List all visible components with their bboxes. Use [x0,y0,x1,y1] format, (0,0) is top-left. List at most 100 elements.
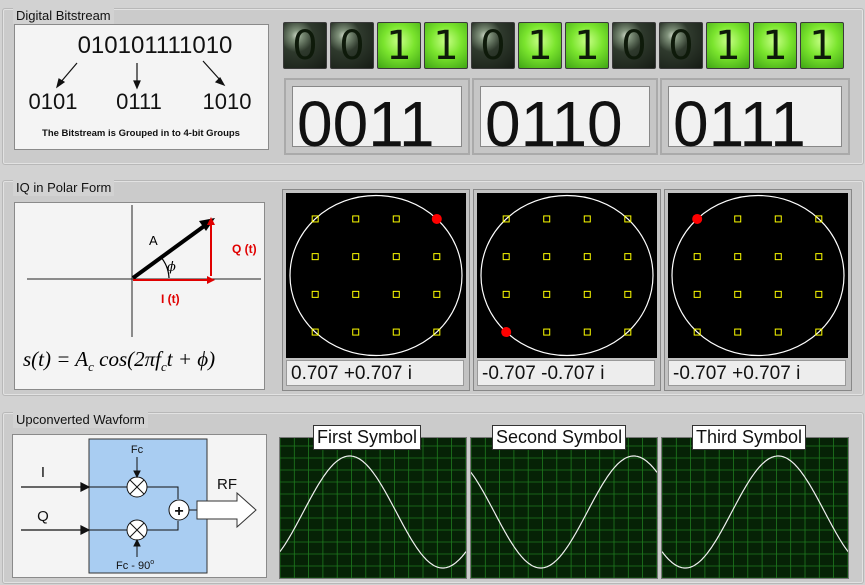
reference-point [392,290,400,298]
bitstream-text: 010101111010 [78,32,233,59]
polar-diagram: A ϕ Q (t) I (t) s(t) = Ac cos(2πfct + ϕ) [14,202,265,390]
phase-label: ϕ [167,260,176,275]
group-label-3: 1010 [203,89,252,114]
bit-value: 1 [762,23,788,69]
waveform-plot [662,438,848,578]
symbol-point [501,327,512,338]
modulator-diagram: I Q Fc Fc - 90o + RF [12,434,267,578]
bit-value: 0 [668,23,694,69]
group-display-inner: 0111 [668,86,842,159]
waveform-trace [662,455,848,569]
group-display-inner: 0011 [292,86,462,159]
reference-point [311,253,319,261]
bit-indicator: 0 [612,22,656,69]
bit-value: 1 [715,23,741,69]
reference-point [502,253,510,261]
reference-point [734,215,742,223]
bit-value: 1 [809,23,835,69]
iq-modulator-block [88,438,208,574]
group-value: 0111 [673,88,806,160]
bit-indicator: 1 [706,22,750,69]
i-input-label: I [41,464,45,481]
modulator-diagram-svg: I Q Fc Fc - 90o + RF [21,438,257,574]
constellation-plot [286,193,466,358]
reference-point [734,290,742,298]
bitstream-caption: The Bitstream is Grouped in to 4-bit Gro… [42,128,240,139]
group-arrow-3 [202,60,226,87]
reference-point [583,328,591,336]
constellation-display-1: 0.707 +0.707 i [282,189,470,391]
reference-point [392,215,400,223]
group-label-2: 0111 [116,89,162,114]
reference-point [352,328,360,336]
bitstream-diagram: 010101111010 0101 0111 1010 The Bitstrea… [14,24,269,150]
i-label: I (t) [161,292,180,306]
reference-point [774,253,782,261]
bit-indicator: 1 [518,22,562,69]
reference-point [583,215,591,223]
reference-point [392,328,400,336]
waveform-trace [471,455,657,569]
group-value: 0110 [485,88,623,160]
reference-point [352,215,360,223]
bit-indicator: 0 [471,22,515,69]
bitstream-diagram-svg: 010101111010 0101 0111 1010 The Bitstrea… [29,32,252,139]
reference-point [352,253,360,261]
group-arrow-2 [133,63,141,90]
i-input-arrow [21,482,91,492]
waveform-display-3 [661,437,849,579]
bit-indicator: 0 [330,22,374,69]
q-label: Q (t) [232,242,257,256]
reference-point [774,215,782,223]
bit-indicator: 1 [424,22,468,69]
iq-value-readout: -0.707 -0.707 i [477,360,655,386]
i-arrowhead [207,276,215,284]
reference-point [433,253,441,261]
bit-value: 0 [339,23,365,69]
reference-point [693,253,701,261]
reference-point [543,253,551,261]
bitstream-section-title: Digital Bitstream [13,8,114,24]
reference-point [352,290,360,298]
reference-point [583,290,591,298]
reference-point [624,253,632,261]
reference-point [815,253,823,261]
reference-point [311,290,319,298]
bit-value: 1 [433,23,459,69]
signal-formula: s(t) = Ac cos(2πfct + ϕ) [23,347,215,374]
waveform-display-2 [470,437,658,579]
iq-value-readout: 0.707 +0.707 i [286,360,464,386]
symbol-point [692,213,703,224]
bit-value: 0 [292,23,318,69]
q-input-label: Q [37,508,49,525]
reference-point [774,290,782,298]
waveform-plot [280,438,466,578]
bit-value: 1 [527,23,553,69]
constellation-display-3: -0.707 +0.707 i [664,189,852,391]
waveform-title-2: Second Symbol [492,425,627,450]
constellation-plot [668,193,848,358]
summer-plus: + [174,503,183,520]
constellation-plot [477,193,657,358]
reference-point [734,328,742,336]
reference-point [693,290,701,298]
group-display-3: 0111 [660,78,850,159]
reference-point [734,253,742,261]
bit-indicator: 1 [753,22,797,69]
polar-section-title: IQ in Polar Form [13,180,115,196]
rf-label: RF [217,476,237,493]
polar-diagram-svg: A ϕ Q (t) I (t) s(t) = Ac cos(2πfct + ϕ) [23,205,261,374]
reference-point [774,328,782,336]
group-display-inner: 0110 [480,86,650,159]
bit-indicator: 1 [377,22,421,69]
bit-indicator: 1 [565,22,609,69]
reference-point [543,328,551,336]
group-display-2: 0110 [472,78,658,159]
group-display-1: 0011 [284,78,470,159]
bit-indicator-row: 0 0 1 1 0 1 1 0 0 1 1 1 [280,0,850,80]
bit-value: 0 [480,23,506,69]
bit-indicator: 0 [283,22,327,69]
waveform-trace [280,455,466,569]
bit-indicator: 1 [800,22,844,69]
fc90-label: Fc - 90o [116,559,154,572]
